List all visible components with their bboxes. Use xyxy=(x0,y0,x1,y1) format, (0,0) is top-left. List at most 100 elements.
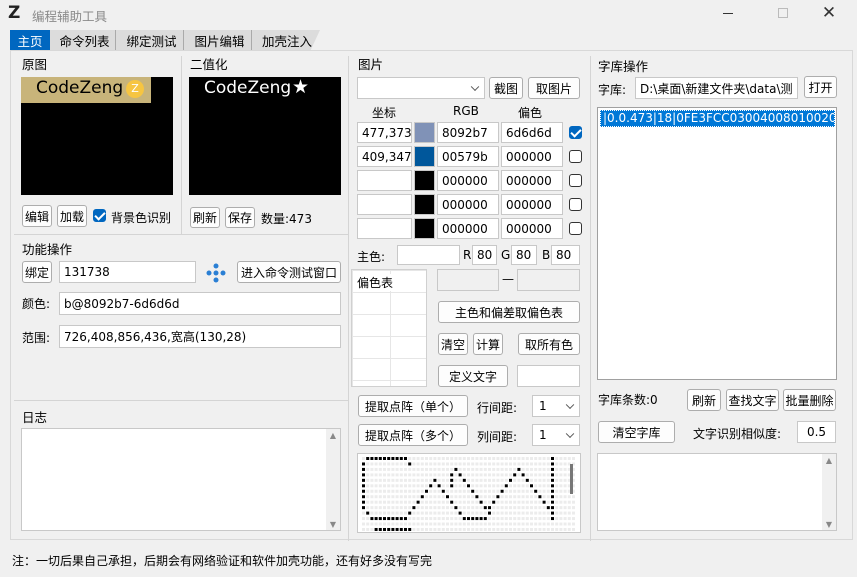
lib-log-textarea[interactable]: ▲ ▼ xyxy=(597,453,837,531)
matrix-dot xyxy=(399,484,403,488)
tab-image-edit[interactable]: 图片编辑 xyxy=(188,30,252,50)
maximize-icon[interactable] xyxy=(778,8,788,18)
extract-multi-button[interactable]: 提取点阵（多个） xyxy=(358,424,468,446)
define-text-button[interactable]: 定义文字 xyxy=(438,365,508,387)
scroll-down-icon[interactable]: ▼ xyxy=(326,518,340,530)
bind-button[interactable]: 绑定 xyxy=(22,261,52,283)
open-lib-button[interactable]: 打开 xyxy=(804,76,837,98)
coord-field[interactable]: 477,373 xyxy=(357,122,412,143)
row-spacing-select[interactable]: 1 xyxy=(532,395,580,417)
lib-path-field[interactable]: D:\桌面\新建文件夹\data\测 xyxy=(635,77,798,99)
matrix-dot xyxy=(450,473,454,477)
b-field[interactable]: 80 xyxy=(551,245,580,265)
row-checkbox[interactable] xyxy=(569,150,582,163)
offset-field[interactable]: 000000 xyxy=(501,170,563,191)
similarity-field[interactable]: 0.5 xyxy=(797,421,836,443)
matrix-dot xyxy=(387,527,391,531)
matrix-dot xyxy=(362,495,365,499)
row-checkbox[interactable] xyxy=(569,126,582,139)
crosshair-icon[interactable] xyxy=(206,263,226,283)
row-checkbox[interactable] xyxy=(569,198,582,211)
main-offset-button[interactable]: 主色和偏差取偏色表 xyxy=(438,301,580,323)
offset-field[interactable]: 000000 xyxy=(501,194,563,215)
capture-button[interactable]: 截图 xyxy=(489,77,523,99)
rgb-field[interactable]: 00579b xyxy=(437,146,499,167)
scroll-up-icon[interactable]: ▲ xyxy=(326,429,340,441)
bg-detect-checkbox[interactable] xyxy=(93,209,106,222)
matrix-dot xyxy=(450,462,454,466)
image-select[interactable] xyxy=(357,77,485,99)
clear-button[interactable]: 清空 xyxy=(438,333,468,355)
matrix-dot xyxy=(504,522,508,526)
extract-single-button[interactable]: 提取点阵（单个） xyxy=(358,395,468,417)
rgb-field[interactable]: 000000 xyxy=(437,194,499,215)
row-checkbox[interactable] xyxy=(569,174,582,187)
matrix-dot xyxy=(416,467,420,471)
matrix-scroll-thumb[interactable] xyxy=(570,464,573,494)
color-swatch xyxy=(414,170,435,191)
offset-field[interactable]: 6d6d6d xyxy=(501,122,563,143)
matrix-dot xyxy=(366,484,370,488)
tab-bind-test[interactable]: 绑定测试 xyxy=(120,30,184,50)
lib-log-scrollbar[interactable]: ▲ ▼ xyxy=(822,454,836,530)
matrix-dot xyxy=(509,478,512,482)
matrix-dot xyxy=(567,517,571,521)
load-button[interactable]: 加载 xyxy=(57,205,87,227)
offset-field[interactable]: 000000 xyxy=(501,218,563,239)
cmd-window-button[interactable]: 进入命令测试窗口 xyxy=(237,261,341,283)
matrix-dot xyxy=(479,467,483,471)
matrix-dot xyxy=(408,511,412,515)
take-all-colors-button[interactable]: 取所有色 xyxy=(518,333,580,355)
rgb-field[interactable]: 000000 xyxy=(437,170,499,191)
coord-field[interactable] xyxy=(357,194,412,215)
rgb-field[interactable]: 8092b7 xyxy=(437,122,499,143)
batch-delete-button[interactable]: 批量删除 xyxy=(783,389,836,411)
take-image-button[interactable]: 取图片 xyxy=(528,77,580,99)
edit-button[interactable]: 编辑 xyxy=(22,205,52,227)
scroll-up-icon[interactable]: ▲ xyxy=(822,454,836,466)
log-scrollbar[interactable]: ▲ ▼ xyxy=(326,429,340,530)
matrix-dot xyxy=(395,500,399,504)
save-binarize-button[interactable]: 保存 xyxy=(225,207,255,228)
tab-command-list[interactable]: 命令列表 xyxy=(54,30,116,50)
matrix-dot xyxy=(446,511,449,515)
tab-home[interactable]: 主页 xyxy=(10,30,50,50)
rgb-field[interactable]: 000000 xyxy=(437,218,499,239)
matrix-dot xyxy=(496,484,500,488)
range-value-field[interactable]: 726,408,856,436,宽高(130,28) xyxy=(59,325,341,348)
offset-table[interactable]: 偏色表 xyxy=(351,269,427,387)
clear-lib-button[interactable]: 清空字库 xyxy=(598,421,675,443)
lib-list-item[interactable]: |0.0.473|18|0FE3FCC03004008010020060 xyxy=(600,110,835,127)
original-header: 原图 xyxy=(22,57,48,72)
main-color-field[interactable] xyxy=(397,245,460,265)
matrix-dot xyxy=(546,511,550,515)
matrix-dot xyxy=(500,478,504,482)
refresh-lib-button[interactable]: 刷新 xyxy=(687,389,721,411)
offset-field[interactable]: 000000 xyxy=(501,146,563,167)
matrix-dot xyxy=(446,527,449,531)
coord-field[interactable] xyxy=(357,218,412,239)
matrix-dot xyxy=(420,473,424,477)
define-text-field[interactable] xyxy=(517,365,580,387)
g-field[interactable]: 80 xyxy=(511,245,537,265)
r-field[interactable]: 80 xyxy=(472,245,497,265)
close-icon[interactable]: ✕ xyxy=(820,4,838,22)
color-value-field[interactable]: b@8092b7-6d6d6d xyxy=(59,292,341,315)
find-text-button[interactable]: 查找文字 xyxy=(726,389,779,411)
matrix-dot xyxy=(391,462,395,466)
tab-shell-inject[interactable]: 加壳注入 xyxy=(256,30,318,50)
bind-value-field[interactable]: 131738 xyxy=(59,261,196,283)
row-checkbox[interactable] xyxy=(569,222,582,235)
refresh-binarize-button[interactable]: 刷新 xyxy=(190,207,220,228)
coord-field[interactable]: 409,347 xyxy=(357,146,412,167)
col-spacing-select[interactable]: 1 xyxy=(532,424,580,446)
log-textarea[interactable]: ▲ ▼ xyxy=(21,428,341,531)
coord-field[interactable] xyxy=(357,170,412,191)
lib-listbox[interactable]: |0.0.473|18|0FE3FCC03004008010020060 xyxy=(597,107,837,380)
matrix-dot xyxy=(483,457,487,460)
scroll-down-icon[interactable]: ▼ xyxy=(822,518,836,530)
calc-button[interactable]: 计算 xyxy=(473,333,503,355)
matrix-dot xyxy=(467,506,470,510)
matrix-dot xyxy=(467,462,470,466)
minimize-icon[interactable] xyxy=(723,13,733,14)
